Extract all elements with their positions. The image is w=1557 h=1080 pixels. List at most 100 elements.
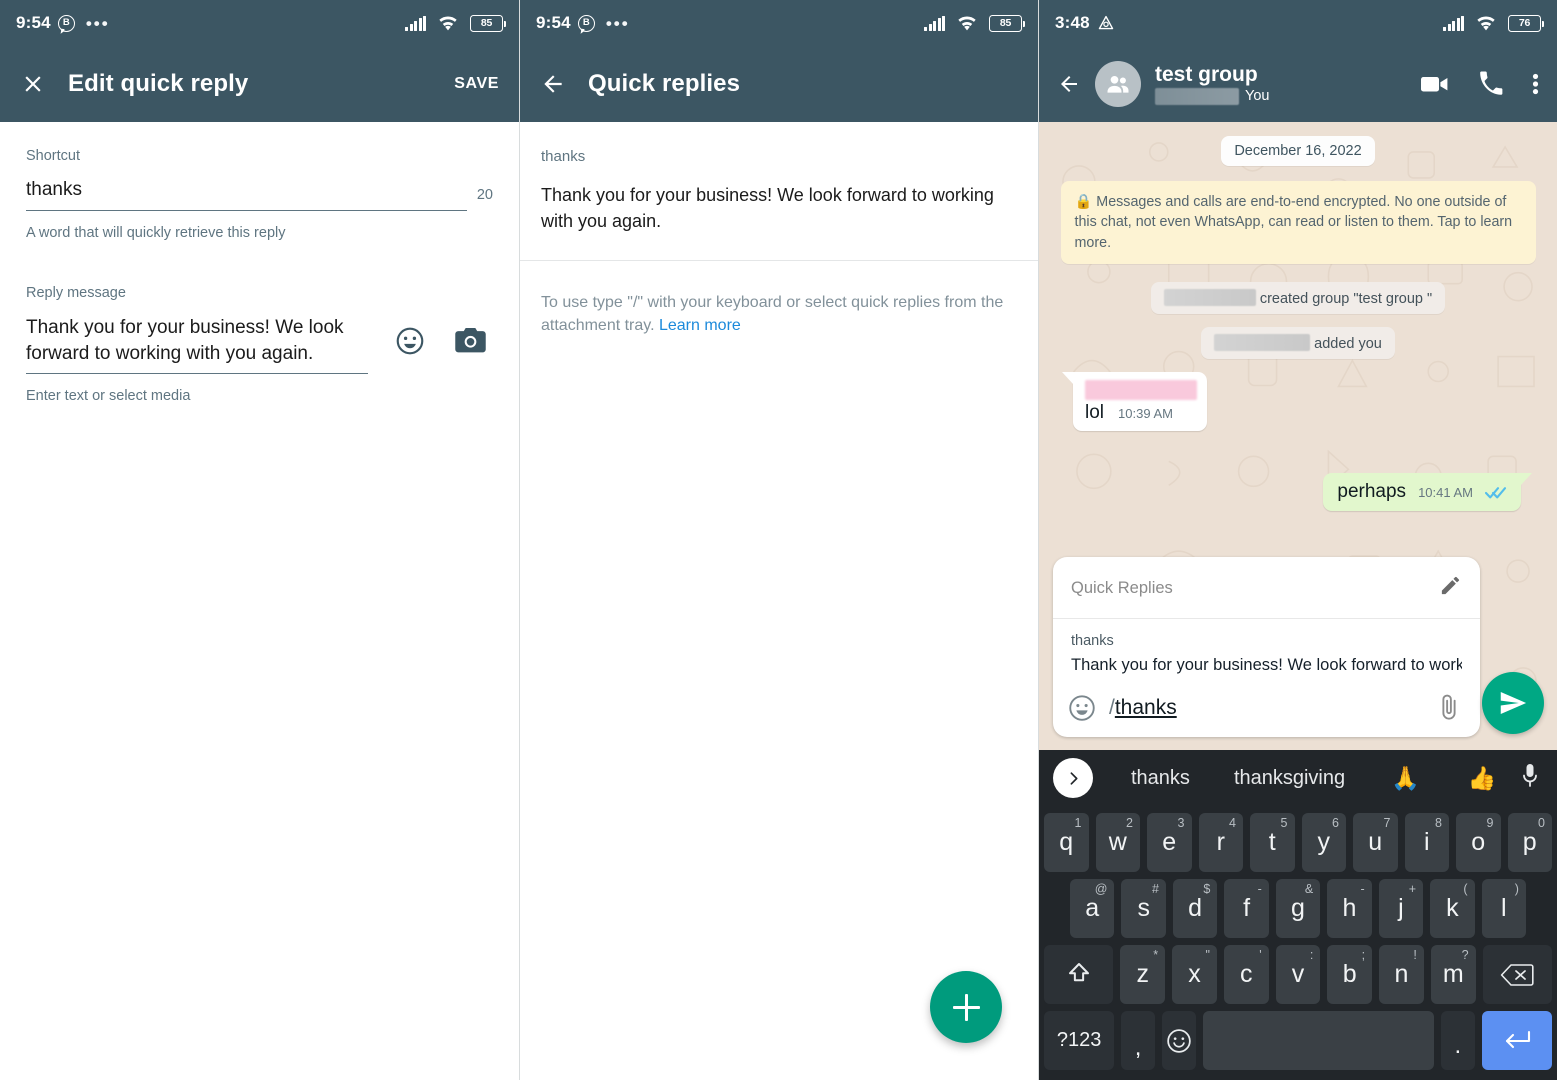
key-sup: (	[1463, 882, 1468, 896]
key-e[interactable]: 3e	[1147, 813, 1192, 872]
key-n[interactable]: ! n	[1379, 945, 1424, 1004]
key-c[interactable]: ' c	[1223, 945, 1269, 1004]
key-r[interactable]: 4r	[1198, 813, 1243, 872]
list-item[interactable]: thanks Thank you for your business! We l…	[520, 122, 1038, 262]
key-f[interactable]: -f	[1224, 879, 1269, 938]
quick-replies-suggestion-card: Quick Replies thanks Thank you for your …	[1053, 557, 1480, 737]
key-k[interactable]: (k	[1430, 879, 1475, 938]
enter-key-icon[interactable]	[1481, 1011, 1553, 1070]
key-h[interactable]: -h	[1327, 879, 1372, 938]
composed-text: thanks	[1114, 696, 1177, 719]
key-i[interactable]: 8i	[1404, 813, 1449, 872]
chat-title[interactable]: test group	[1155, 63, 1269, 87]
message-input[interactable]: /thanks	[1109, 696, 1422, 720]
reply-message-input[interactable]: Thank you for your business! We look for…	[26, 315, 368, 374]
quick-replies-footer: To use type "/" with your keyboard or se…	[520, 261, 1038, 367]
key-g[interactable]: & g	[1275, 879, 1321, 938]
system-message-text: created group "test group "	[1259, 290, 1433, 307]
key-l[interactable]: ) l	[1481, 879, 1526, 938]
key-comma[interactable]: ,	[1121, 1011, 1156, 1070]
paperclip-attach-icon[interactable]	[1434, 693, 1464, 723]
quick-reply-shortcut: thanks	[541, 148, 586, 165]
business-badge-icon: B	[577, 14, 595, 32]
redacted-name	[1163, 288, 1256, 306]
shortcut-label: Shortcut	[26, 148, 80, 164]
camera-icon[interactable]	[454, 326, 487, 355]
key-label: x	[1188, 960, 1201, 988]
key-t[interactable]: 5t	[1250, 813, 1295, 872]
shift-key-icon[interactable]	[1044, 945, 1114, 1004]
learn-more-link[interactable]: Learn more	[659, 317, 741, 334]
close-icon[interactable]	[20, 71, 46, 97]
status-time: 3:48	[1055, 13, 1090, 32]
send-button[interactable]	[1482, 672, 1544, 734]
overflow-menu-icon[interactable]	[1532, 71, 1539, 97]
key-label: p	[1522, 828, 1537, 856]
key-u[interactable]: 7u	[1353, 813, 1398, 872]
save-button[interactable]: SAVE	[454, 75, 499, 93]
key-sup: ;	[1361, 948, 1366, 962]
quick-reply-suggestion-item[interactable]: thanks Thank you for your business! We l…	[1053, 619, 1480, 683]
key-b[interactable]: ; b	[1327, 945, 1373, 1004]
chat-participants[interactable]: You	[1155, 88, 1269, 106]
key-sup: -	[1257, 882, 1262, 896]
emoji-key-icon[interactable]	[1162, 1011, 1197, 1070]
key-q[interactable]: 1q	[1044, 813, 1089, 872]
space-key[interactable]	[1203, 1011, 1434, 1070]
microphone-icon[interactable]	[1520, 762, 1546, 795]
key-s[interactable]: # s	[1121, 879, 1166, 938]
panel-quick-replies-list: 9:54 B ••• 85 Quick replies thanks Thank…	[519, 0, 1038, 1080]
key-w[interactable]: 2w	[1095, 813, 1140, 872]
message-time: 10:39 AM	[1118, 405, 1173, 421]
panel-edit-quick-reply: 9:54 B ••• 85 Edit quick reply SAVE Shor…	[0, 0, 519, 1080]
key-label: a	[1085, 894, 1100, 922]
message-bubble-outgoing[interactable]: perhaps 10:41 AM	[1323, 472, 1532, 511]
phone-call-icon[interactable]	[1478, 71, 1504, 97]
chevron-right-icon[interactable]	[1053, 758, 1093, 798]
reply-message-label: Reply message	[26, 284, 126, 301]
avatar[interactable]	[1095, 61, 1141, 107]
key-y[interactable]: 6y	[1301, 813, 1346, 872]
suggestion-emoji-pray[interactable]: 🙏	[1367, 766, 1444, 790]
key-period[interactable]: .	[1440, 1011, 1475, 1070]
suggestion-bar: thanks thanksgiving 🙏 👍	[1039, 750, 1557, 806]
key-x[interactable]: " x	[1172, 945, 1217, 1004]
key-p[interactable]: 0p	[1507, 813, 1552, 872]
video-call-icon[interactable]	[1420, 73, 1450, 95]
key-z[interactable]: * z	[1120, 945, 1166, 1004]
shortcut-input[interactable]: thanks	[26, 178, 467, 211]
keyboard-row-3: * z " x ' c :v ; b ! n ? m	[1039, 945, 1557, 1004]
suggestion-word[interactable]: thanks	[1109, 767, 1212, 790]
encryption-notice-text: Messages and calls are end-to-end encryp…	[1074, 194, 1513, 251]
key-sup: 6	[1332, 816, 1339, 830]
group-avatar-icon	[1107, 75, 1129, 93]
key-label: ?123	[1056, 1029, 1102, 1051]
key-j[interactable]: + j	[1378, 879, 1424, 938]
lock-icon: 🔒	[1074, 194, 1093, 210]
suggestion-word[interactable]: thanksgiving	[1212, 767, 1367, 790]
back-arrow-icon[interactable]	[1057, 71, 1081, 97]
key-o[interactable]: 9o	[1456, 813, 1501, 872]
key-label: o	[1471, 828, 1486, 856]
back-arrow-icon[interactable]	[540, 71, 566, 97]
key-a[interactable]: @ a	[1070, 879, 1115, 938]
key-sup: -	[1360, 882, 1365, 896]
emoji-icon[interactable]	[1067, 693, 1097, 723]
status-bar: 9:54 B ••• 85	[0, 0, 519, 46]
key-v[interactable]: :v	[1275, 945, 1321, 1004]
message-composer: /thanks	[1053, 683, 1480, 737]
key-sup: 3	[1177, 816, 1185, 830]
key-label: k	[1446, 894, 1459, 922]
backspace-key-icon[interactable]	[1482, 945, 1552, 1004]
key-m[interactable]: ? m	[1430, 945, 1476, 1004]
add-quick-reply-fab[interactable]	[930, 971, 1002, 1043]
key-d[interactable]: $ d	[1172, 879, 1218, 938]
message-bubble-incoming[interactable]: lol 10:39 AM	[1062, 371, 1207, 431]
quick-reply-form: Shortcut thanks 20 A word that will quic…	[0, 122, 519, 404]
pencil-edit-icon[interactable]	[1439, 574, 1462, 602]
symbols-key[interactable]: ?123	[1044, 1011, 1115, 1070]
encryption-notice[interactable]: 🔒 Messages and calls are end-to-end encr…	[1060, 181, 1536, 264]
suggestion-emoji-thumbsup[interactable]: 👍	[1444, 766, 1521, 790]
emoji-icon[interactable]	[394, 325, 426, 357]
on-screen-keyboard: thanks thanksgiving 🙏 👍 1q 2w 3 e 4 r 5 …	[1039, 750, 1557, 1080]
